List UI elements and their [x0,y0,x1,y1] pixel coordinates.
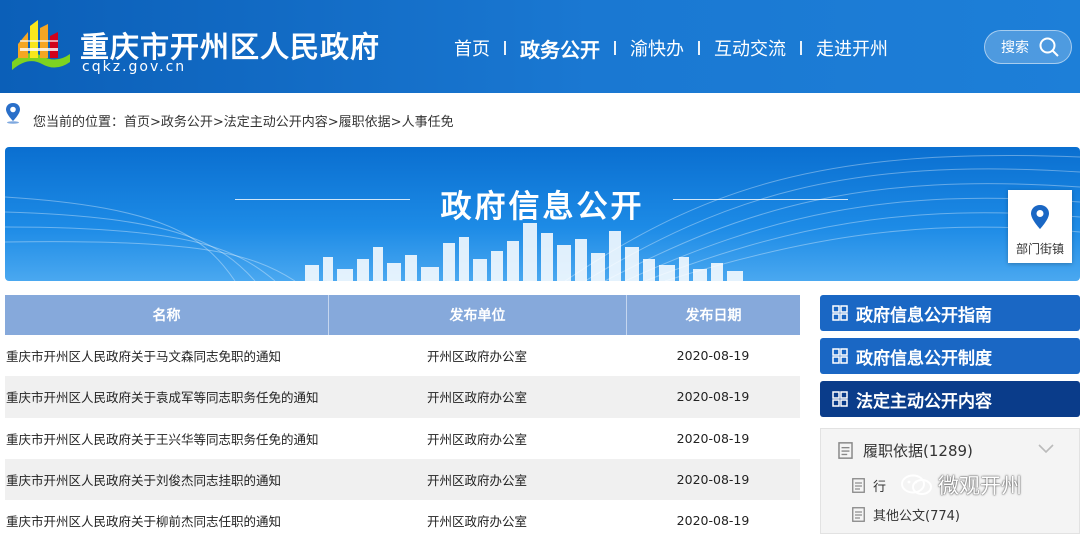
sidebar-statutory-content[interactable]: 法定主动公开内容 [820,381,1080,417]
watermark-text: 微观开州 [938,474,1022,498]
nav-interaction[interactable]: 互动交流 [700,35,800,61]
table-row[interactable]: 重庆市开州区人民政府关于柳前杰同志任职的通知 开州区政府办公室 2020-08-… [5,500,800,541]
row-title-link[interactable]: 重庆市开州区人民政府关于袁成军等同志职务任免的通知 [5,387,328,406]
nav-divider [614,41,616,55]
column-header-title: 名称 [152,308,181,324]
sidebar-button-label: 法定主动公开内容 [856,391,992,412]
grid-icon [832,305,848,321]
nav-yukuaiban[interactable]: 渝快办 [616,35,698,61]
row-unit: 开州区政府办公室 [426,431,527,447]
wechat-icon [901,474,932,495]
submenu-item-label: 履职依据(1289) [863,442,973,460]
site-header: 重庆市开州区人民政府 cqkz.gov.cn 首页 政务公开 渝快办 互动交流 … [0,0,1080,93]
submenu-subitem-label: 行 [873,480,887,495]
nav-home[interactable]: 首页 [440,35,504,61]
nav-divider [800,41,802,55]
grid-icon [832,391,848,407]
table-row[interactable]: 重庆市开州区人民政府关于袁成军等同志职务任免的通知 开州区政府办公室 2020-… [5,376,800,418]
row-title-link[interactable]: 重庆市开州区人民政府关于柳前杰同志任职的通知 [5,511,328,530]
nav-about-kaizhou[interactable]: 走进开州 [802,35,902,61]
row-title-link[interactable]: 重庆市开州区人民政府关于马文森同志免职的通知 [5,346,328,365]
row-unit: 开州区政府办公室 [426,349,527,365]
submenu-subitem-other-docs[interactable]: 其他公文(774) [852,505,960,524]
row-title-link[interactable]: 重庆市开州区人民政府关于刘俊杰同志挂职的通知 [5,470,328,489]
row-date: 2020-08-19 [676,348,750,364]
location-pin-icon [1031,205,1049,229]
row-date: 2020-08-19 [676,430,750,446]
nav-gov-affairs[interactable]: 政务公开 [506,34,614,63]
table-header: 名称 发布单位 发布日期 [5,295,800,335]
site-logo-icon[interactable] [8,18,74,76]
watermark: 微观开州 [900,470,1022,500]
location-pin-icon [6,103,20,124]
document-icon [838,442,853,459]
row-unit: 开州区政府办公室 [426,390,527,406]
breadcrumb: 您当前的位置：首页>政务公开>法定主动公开内容>履职依据>人事任免 [0,102,1080,136]
column-header-unit: 发布单位 [328,295,626,335]
banner-title: 政府信息公开 [440,189,645,225]
breadcrumb-path[interactable]: 您当前的位置：首页>政务公开>法定主动公开内容>履职依据>人事任免 [33,111,454,130]
column-header-date: 发布日期 [626,295,800,335]
row-date: 2020-08-19 [676,472,750,488]
submenu-item-duty-basis[interactable]: 履职依据(1289) [838,440,973,461]
sidebar-disclosure-guide[interactable]: 政府信息公开指南 [820,295,1080,331]
table-row[interactable]: 重庆市开州区人民政府关于刘俊杰同志挂职的通知 开州区政府办公室 2020-08-… [5,458,800,501]
dept-street-label: 部门街镇 [1015,242,1064,256]
main-nav: 首页 政务公开 渝快办 互动交流 走进开州 [440,33,902,63]
row-date: 2020-08-19 [676,513,750,529]
dept-street-button[interactable]: 部门街镇 [1008,190,1072,263]
site-domain: cqkz.gov.cn [82,59,187,75]
document-icon [852,507,865,522]
row-date: 2020-08-19 [676,389,750,405]
nav-divider [698,41,700,55]
search-icon [1039,37,1059,57]
sidebar-button-label: 政府信息公开指南 [856,305,992,326]
grid-icon [832,348,848,364]
submenu-subitem[interactable]: 行 [852,476,886,495]
document-table: 名称 发布单位 发布日期 重庆市开州区人民政府关于马文森同志免职的通知 开州区政… [5,295,800,541]
table-row[interactable]: 重庆市开州区人民政府关于马文森同志免职的通知 开州区政府办公室 2020-08-… [5,335,800,376]
row-unit: 开州区政府办公室 [426,514,527,530]
submenu-subitem-label: 其他公文(774) [873,509,960,524]
search-button[interactable]: 搜索 [984,30,1072,64]
sidebar-button-label: 政府信息公开制度 [856,348,992,369]
row-title-link[interactable]: 重庆市开州区人民政府关于王兴华等同志职务任免的通知 [5,429,328,448]
document-icon [852,478,865,493]
nav-divider [504,41,506,55]
search-label: 搜索 [1001,40,1029,56]
banner: 政府信息公开 [5,147,1080,281]
sidebar-disclosure-system[interactable]: 政府信息公开制度 [820,338,1080,374]
table-row[interactable]: 重庆市开州区人民政府关于王兴华等同志职务任免的通知 开州区政府办公室 2020-… [5,418,800,459]
row-unit: 开州区政府办公室 [426,473,527,489]
chevron-down-icon[interactable] [1038,444,1054,454]
